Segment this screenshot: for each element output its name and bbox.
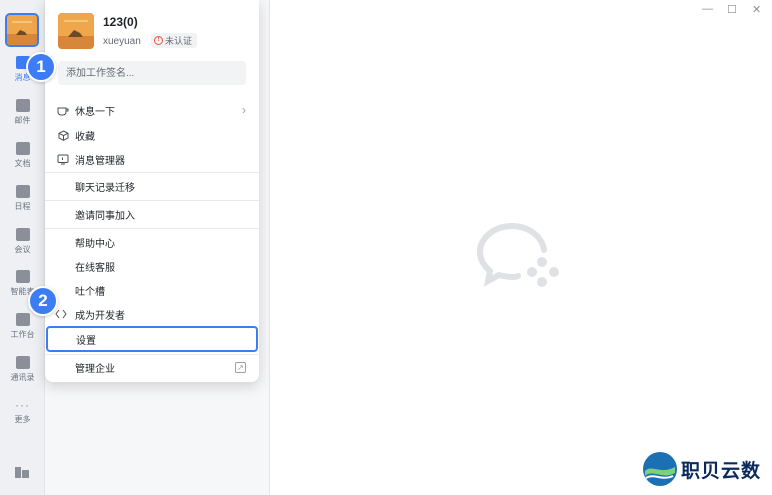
- menu-item-settings[interactable]: 设置: [46, 326, 258, 352]
- profile-menu: 123(0) xueyuan ! 未认证 休息一下 › 收藏 消息管理器 聊天记…: [45, 0, 259, 382]
- document-icon: [15, 142, 30, 155]
- wecom-logo-icon: [476, 223, 559, 287]
- chevron-right-icon: ›: [242, 103, 246, 117]
- rail-item-label: 通讯录: [10, 373, 35, 382]
- watermark-logo-icon: [643, 452, 677, 486]
- warning-icon: !: [154, 36, 163, 45]
- menu-item-break[interactable]: 休息一下 ›: [45, 99, 259, 121]
- more-icon: ···: [15, 398, 30, 412]
- menu-item-label: 成为开发者: [75, 310, 125, 322]
- menu-item-message-manager[interactable]: 消息管理器: [45, 148, 259, 170]
- cube-icon: [57, 129, 69, 141]
- status-badge[interactable]: ! 未认证: [151, 33, 198, 48]
- avatar-image: [58, 13, 94, 49]
- menu-item-label: 收藏: [75, 131, 95, 143]
- mail-icon: [15, 99, 30, 112]
- menu-item-label: 邀请同事加入: [75, 210, 135, 222]
- avatar-image: [7, 15, 37, 45]
- rail-item-mail[interactable]: 邮件: [0, 99, 45, 126]
- calendar-icon: [15, 185, 30, 198]
- close-icon[interactable]: ✕: [752, 3, 761, 16]
- menu-divider: [45, 200, 259, 201]
- rail-item-calendar[interactable]: 日程: [0, 185, 45, 212]
- rail-avatar[interactable]: [5, 13, 39, 47]
- menu-item-label: 休息一下: [75, 106, 115, 118]
- watermark-text: 职贝云数: [681, 460, 762, 482]
- menu-divider: [45, 354, 259, 355]
- menu-item-label: 吐个槽: [75, 286, 105, 298]
- menu-item-label: 设置: [76, 335, 96, 347]
- step-callout-2: 2: [28, 286, 58, 316]
- menu-item-label: 管理企业: [75, 363, 115, 375]
- signature-input[interactable]: [58, 61, 246, 85]
- rail-item-workbench[interactable]: 工作台: [0, 313, 45, 340]
- menu-item-developer[interactable]: 成为开发者: [45, 303, 259, 325]
- external-link-icon: ↗: [235, 361, 246, 373]
- workbench-icon: [15, 313, 30, 326]
- menu-item-invite[interactable]: 邀请同事加入: [45, 203, 259, 225]
- rail-item-label: 日程: [14, 202, 31, 211]
- menu-item-manage-enterprise[interactable]: 管理企业 ↗: [45, 356, 259, 378]
- status-badge-label: 未认证: [165, 36, 193, 46]
- menu-item-online-service[interactable]: 在线客服: [45, 255, 259, 277]
- rail-item-label: 工作台: [10, 330, 35, 339]
- step-callout-1: 1: [26, 52, 56, 82]
- avatar[interactable]: [58, 13, 94, 49]
- rail-item-label: 邮件: [14, 116, 31, 125]
- meeting-icon: [15, 228, 30, 241]
- menu-item-label: 在线客服: [75, 262, 115, 274]
- rail-item-more[interactable]: ··· 更多: [0, 398, 45, 425]
- menu-divider: [45, 228, 259, 229]
- menu-divider: [45, 172, 259, 173]
- menu-item-label: 聊天记录迁移: [75, 182, 135, 194]
- rail-item-label: 更多: [14, 415, 31, 424]
- rail-item-label: 文档: [14, 159, 31, 168]
- menu-item-favorites[interactable]: 收藏: [45, 124, 259, 146]
- minimize-icon[interactable]: —: [702, 3, 713, 15]
- enterprise-icon[interactable]: [14, 464, 30, 478]
- code-icon: [55, 308, 67, 320]
- maximize-icon[interactable]: ☐: [727, 3, 737, 16]
- rail-item-meeting[interactable]: 会议: [0, 228, 45, 255]
- menu-item-help[interactable]: 帮助中心: [45, 231, 259, 253]
- watermark: 职贝云数: [642, 451, 761, 487]
- coffee-icon: [57, 104, 69, 116]
- smartsheet-icon: [15, 270, 30, 283]
- rail-item-contacts[interactable]: 通讯录: [0, 356, 45, 383]
- message-manager-icon: [57, 153, 69, 165]
- rail-item-label: 会议: [14, 245, 31, 254]
- contacts-icon: [15, 356, 30, 369]
- menu-item-label: 消息管理器: [75, 155, 125, 167]
- profile-username: xueyuan: [103, 36, 141, 47]
- rail-item-docs[interactable]: 文档: [0, 142, 45, 169]
- profile-name: 123(0): [103, 15, 138, 29]
- menu-item-label: 帮助中心: [75, 238, 115, 250]
- menu-item-feedback[interactable]: 吐个槽: [45, 279, 259, 301]
- main-panel: — ☐ ✕: [270, 0, 772, 495]
- menu-item-chat-migration[interactable]: 聊天记录迁移: [45, 175, 259, 197]
